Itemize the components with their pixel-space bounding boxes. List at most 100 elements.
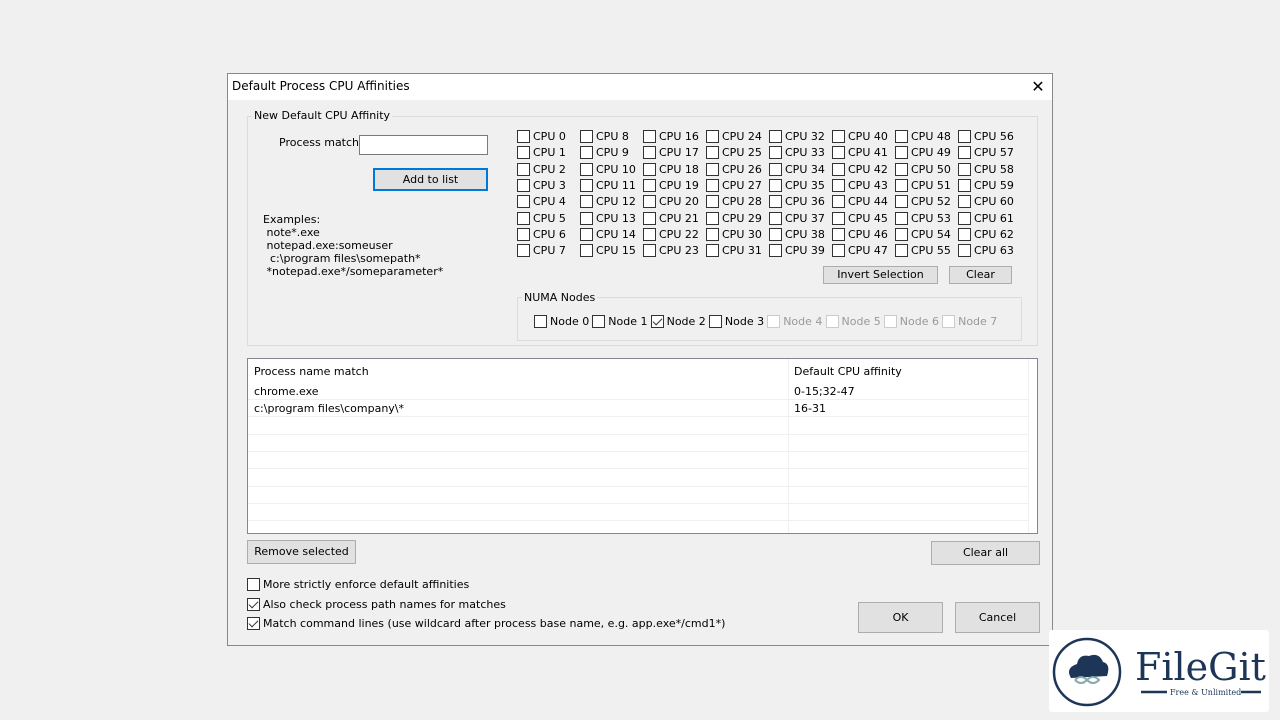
cpu-5-label: CPU 5 bbox=[533, 211, 566, 225]
cpu-2-checkbox[interactable] bbox=[517, 162, 530, 176]
title-bar: Default Process CPU Affinities ✕ bbox=[228, 74, 1052, 100]
cpu-0-checkbox[interactable] bbox=[517, 130, 530, 143]
close-icon[interactable]: ✕ bbox=[1026, 76, 1050, 98]
cpu-57-checkbox[interactable] bbox=[958, 146, 971, 160]
cpu-41-checkbox[interactable] bbox=[832, 146, 845, 160]
option-2-checkbox[interactable] bbox=[247, 617, 260, 630]
numa-node-6-checkbox bbox=[883, 315, 897, 328]
cpu-15-checkbox[interactable] bbox=[580, 244, 593, 258]
cpu-6-label: CPU 6 bbox=[533, 227, 566, 241]
cpu-11-checkbox[interactable] bbox=[580, 178, 593, 192]
cpu-35-checkbox[interactable] bbox=[769, 178, 782, 192]
cpu-49-checkbox[interactable] bbox=[895, 146, 908, 160]
cpu-10-checkbox[interactable] bbox=[580, 162, 593, 176]
cpu-37-checkbox[interactable] bbox=[769, 211, 782, 225]
table-row[interactable] bbox=[248, 470, 1029, 487]
clear-all-button[interactable]: Clear all bbox=[931, 541, 1040, 565]
table-row[interactable] bbox=[248, 487, 1029, 504]
cpu-58-checkbox[interactable] bbox=[958, 162, 971, 176]
cpu-33-label: CPU 33 bbox=[785, 146, 825, 160]
cpu-54-checkbox[interactable] bbox=[895, 227, 908, 241]
cpu-22-checkbox[interactable] bbox=[643, 227, 656, 241]
cpu-52-checkbox[interactable] bbox=[895, 195, 908, 209]
option-0-checkbox[interactable] bbox=[247, 578, 260, 591]
table-row[interactable]: chrome.exe 0-15;32-47 bbox=[248, 383, 1029, 400]
cpu-9-checkbox[interactable] bbox=[580, 146, 593, 160]
cpu-29-checkbox[interactable] bbox=[706, 211, 719, 225]
cpu-48-checkbox[interactable] bbox=[895, 130, 908, 143]
table-row[interactable] bbox=[248, 418, 1029, 435]
cpu-21-checkbox[interactable] bbox=[643, 211, 656, 225]
cpu-3-checkbox[interactable] bbox=[517, 178, 530, 192]
cpu-56-checkbox[interactable] bbox=[958, 130, 971, 143]
cpu-16-checkbox[interactable] bbox=[643, 130, 656, 143]
cpu-36-checkbox[interactable] bbox=[769, 195, 782, 209]
numa-node-3-checkbox[interactable] bbox=[708, 315, 722, 328]
process-match-input[interactable] bbox=[359, 135, 488, 155]
cpu-28-checkbox[interactable] bbox=[706, 195, 719, 209]
cpu-4-checkbox[interactable] bbox=[517, 195, 530, 209]
cancel-button[interactable]: Cancel bbox=[955, 602, 1040, 633]
cpu-61-checkbox[interactable] bbox=[958, 211, 971, 225]
cpu-23-checkbox[interactable] bbox=[643, 244, 656, 258]
cpu-42-checkbox[interactable] bbox=[832, 162, 845, 176]
column-header-affinity[interactable]: Default CPU affinity bbox=[794, 365, 902, 378]
cpu-62-checkbox[interactable] bbox=[958, 227, 971, 241]
cpu-31-checkbox[interactable] bbox=[706, 244, 719, 258]
invert-selection-button[interactable]: Invert Selection bbox=[823, 266, 938, 284]
cpu-45-checkbox[interactable] bbox=[832, 211, 845, 225]
cpu-44-checkbox[interactable] bbox=[832, 195, 845, 209]
cpu-13-checkbox[interactable] bbox=[580, 211, 593, 225]
cpu-32-checkbox[interactable] bbox=[769, 130, 782, 143]
numa-node-0-checkbox[interactable] bbox=[534, 315, 547, 328]
cpu-39-checkbox[interactable] bbox=[769, 244, 782, 258]
cpu-8-checkbox[interactable] bbox=[580, 130, 593, 143]
cpu-59-checkbox[interactable] bbox=[958, 178, 971, 192]
remove-selected-button[interactable]: Remove selected bbox=[247, 540, 356, 564]
cpu-47-checkbox[interactable] bbox=[832, 244, 845, 258]
cpu-60-checkbox[interactable] bbox=[958, 195, 971, 209]
cpu-26-checkbox[interactable] bbox=[706, 162, 719, 176]
cpu-5-checkbox[interactable] bbox=[517, 211, 530, 225]
column-header-process[interactable]: Process name match bbox=[254, 365, 369, 378]
cpu-51-checkbox[interactable] bbox=[895, 178, 908, 192]
add-to-list-button[interactable]: Add to list bbox=[373, 168, 488, 191]
table-row[interactable] bbox=[248, 504, 1029, 522]
cpu-50-checkbox[interactable] bbox=[895, 162, 908, 176]
cpu-46-checkbox[interactable] bbox=[832, 227, 845, 241]
cpu-18-checkbox[interactable] bbox=[643, 162, 656, 176]
cpu-30-checkbox[interactable] bbox=[706, 227, 719, 241]
numa-node-1-checkbox[interactable] bbox=[592, 315, 606, 328]
cpu-12-checkbox[interactable] bbox=[580, 195, 593, 209]
cpu-51-label: CPU 51 bbox=[911, 178, 951, 192]
cpu-54-label: CPU 54 bbox=[911, 227, 951, 241]
cpu-17-checkbox[interactable] bbox=[643, 146, 656, 160]
cpu-24-checkbox[interactable] bbox=[706, 130, 719, 143]
clear-cpus-button[interactable]: Clear bbox=[949, 266, 1012, 284]
cpu-55-checkbox[interactable] bbox=[895, 244, 908, 258]
cpu-7-checkbox[interactable] bbox=[517, 244, 530, 258]
option-1-checkbox[interactable] bbox=[247, 597, 260, 611]
cpu-63-checkbox[interactable] bbox=[958, 244, 971, 258]
cpu-53-checkbox[interactable] bbox=[895, 211, 908, 225]
cpu-14-checkbox[interactable] bbox=[580, 227, 593, 241]
cpu-19-checkbox[interactable] bbox=[643, 178, 656, 192]
table-row[interactable] bbox=[248, 435, 1029, 452]
cpu-37-label: CPU 37 bbox=[785, 211, 825, 225]
cpu-34-checkbox[interactable] bbox=[769, 162, 782, 176]
cpu-38-checkbox[interactable] bbox=[769, 227, 782, 241]
ok-button[interactable]: OK bbox=[858, 602, 943, 633]
numa-node-2-checkbox[interactable] bbox=[650, 315, 664, 328]
table-row[interactable]: c:\program files\company\* 16-31 bbox=[248, 400, 1029, 418]
cpu-25-checkbox[interactable] bbox=[706, 146, 719, 160]
cpu-27-checkbox[interactable] bbox=[706, 178, 719, 192]
cpu-40-checkbox[interactable] bbox=[832, 130, 845, 143]
cpu-1-checkbox[interactable] bbox=[517, 146, 530, 160]
table-row[interactable] bbox=[248, 521, 1029, 539]
cpu-33-checkbox[interactable] bbox=[769, 146, 782, 160]
table-row[interactable] bbox=[248, 452, 1029, 470]
cpu-6-checkbox[interactable] bbox=[517, 227, 530, 241]
cpu-43-checkbox[interactable] bbox=[832, 178, 845, 192]
cpu-20-checkbox[interactable] bbox=[643, 195, 656, 209]
affinity-list[interactable]: Process name match Default CPU affinity … bbox=[247, 358, 1038, 539]
